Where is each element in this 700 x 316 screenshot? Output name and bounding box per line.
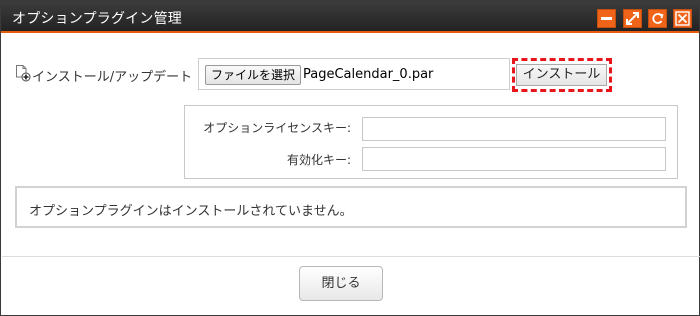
license-key-panel: オプションライセンスキー: 有効化キー: — [184, 105, 678, 179]
maximize-button[interactable] — [623, 9, 642, 28]
status-message-box: オプションプラグインはインストールされていません。 — [15, 186, 687, 228]
dialog-title: オプションプラグイン管理 — [12, 11, 182, 27]
activation-key-input[interactable] — [362, 147, 666, 171]
activation-key-label: 有効化キー: — [286, 153, 351, 167]
footer-divider — [2, 256, 700, 257]
refresh-icon — [652, 13, 664, 24]
minimize-icon — [601, 17, 612, 20]
selected-file-name: PageCalendar_0.par — [303, 67, 434, 82]
install-update-label: インストール/アップデート — [32, 70, 193, 85]
plugin-manager-dialog: オプションプラグイン管理 インストール/アップデート ファイルを選択 PageC… — [0, 0, 700, 316]
license-key-input[interactable] — [362, 117, 666, 141]
install-button[interactable]: インストール — [516, 64, 607, 86]
close-button[interactable]: 閉じる — [299, 266, 383, 301]
license-key-label: オプションライセンスキー: — [203, 121, 351, 135]
install-row: インストール/アップデート ファイルを選択 PageCalendar_0.par… — [1, 57, 700, 93]
choose-file-button[interactable]: ファイルを選択 — [205, 65, 302, 85]
minimize-button[interactable] — [597, 9, 616, 28]
file-chooser[interactable]: ファイルを選択 PageCalendar_0.par — [198, 58, 510, 90]
dialog-titlebar[interactable]: オプションプラグイン管理 — [1, 1, 699, 33]
file-add-icon — [16, 65, 31, 82]
status-message: オプションプラグインはインストールされていません。 — [29, 204, 353, 219]
close-window-button[interactable] — [673, 9, 692, 28]
maximize-icon — [626, 12, 639, 25]
close-icon — [675, 11, 690, 26]
refresh-button[interactable] — [648, 9, 667, 28]
